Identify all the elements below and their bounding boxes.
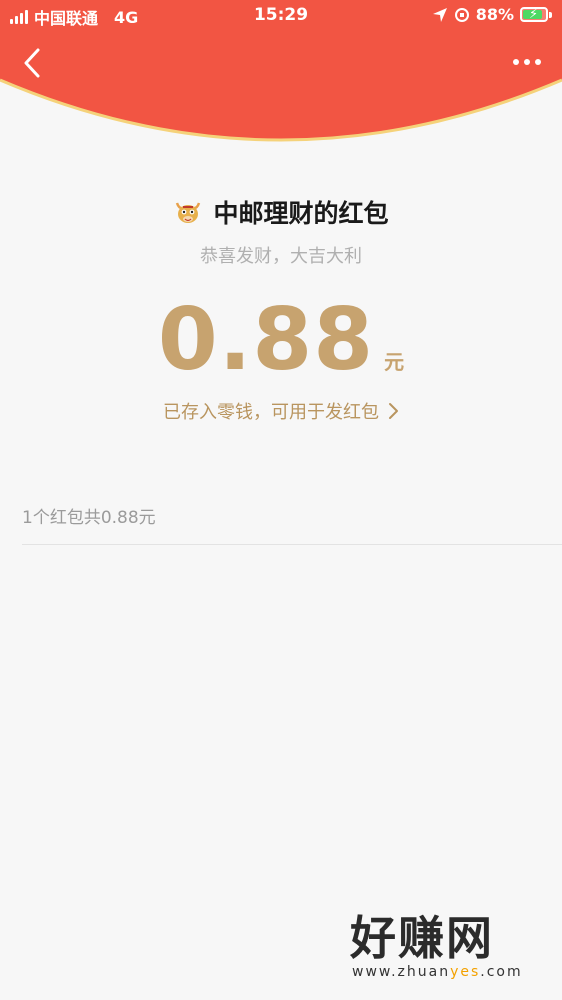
watermark-url: www.zhuanyes.com (352, 964, 550, 980)
watermark-url-suffix: .com (480, 964, 523, 980)
amount-row: 0.88 元 (0, 290, 562, 390)
watermark-title: 好赚网 (350, 911, 494, 965)
location-icon (432, 7, 447, 22)
battery-icon: ⚡ (520, 7, 548, 22)
amount-unit: 元 (384, 350, 405, 374)
rotation-lock-icon (454, 7, 469, 22)
packet-summary: 1个红包共0.88元 (22, 508, 156, 528)
sender-row: 中邮理财的红包 (0, 194, 562, 230)
more-dots-icon (513, 59, 541, 65)
more-button[interactable] (508, 50, 548, 74)
battery-percent: 88% (475, 5, 514, 24)
watermark-url-accent: yes (450, 964, 481, 980)
status-bar: 中国联通 4G 15:29 88% ⚡ (0, 0, 562, 32)
ox-mascot-icon (176, 202, 201, 223)
amount-value: 0.88 (157, 290, 375, 390)
sender-title: 中邮理财的红包 (213, 199, 389, 228)
stored-note: 已存入零钱，可用于发红包 (163, 402, 379, 423)
watermark-url-prefix: www.zhuan (352, 964, 451, 980)
back-button[interactable] (18, 46, 48, 80)
site-watermark: 好赚网 www.zhuanyes.com (350, 912, 550, 992)
divider (22, 544, 562, 545)
blessing-text: 恭喜发财，大吉大利 (200, 246, 362, 267)
stored-to-change-link[interactable]: 已存入零钱，可用于发红包 (0, 398, 562, 424)
status-right: 88% ⚡ (432, 5, 552, 24)
battery-tip (549, 11, 552, 18)
chevron-right-icon (389, 403, 398, 419)
chevron-left-icon (24, 48, 40, 78)
